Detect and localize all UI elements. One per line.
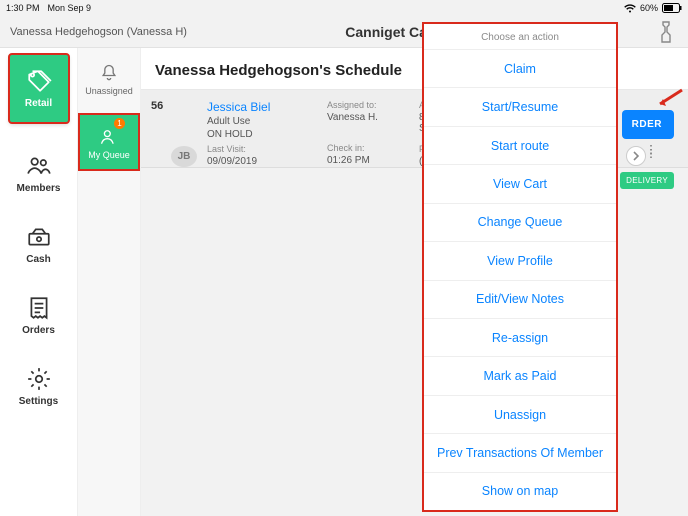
rail-label: My Queue [88, 150, 130, 160]
gear-icon [26, 366, 52, 392]
action-sheet-header: Choose an action [424, 24, 616, 50]
action-edit-notes[interactable]: Edit/View Notes [424, 281, 616, 319]
receipt-icon [26, 295, 52, 321]
action-sheet: Choose an action Claim Start/Resume Star… [422, 22, 618, 512]
sidebar-label: Members [17, 183, 61, 194]
sidebar-item-members[interactable]: Members [9, 153, 69, 194]
action-reassign[interactable]: Re-assign [424, 319, 616, 357]
member-type: Adult Use [207, 116, 313, 127]
action-unassign[interactable]: Unassign [424, 396, 616, 434]
sidebar-label: Cash [26, 254, 50, 265]
action-claim[interactable]: Claim [424, 50, 616, 88]
sidebar-label: Orders [22, 325, 55, 336]
row-action-circle[interactable] [626, 146, 646, 166]
action-show-on-map[interactable]: Show on map [424, 473, 616, 510]
last-visit-value: 09/09/2019 [207, 156, 313, 167]
rail-my-queue[interactable]: 1 My Queue [79, 114, 139, 170]
sidebar-label: Settings [19, 396, 58, 407]
sidebar-label: Retail [25, 98, 52, 109]
avatar: JB [171, 146, 197, 167]
status-date: Mon Sep 9 [48, 3, 92, 13]
status-bar: 1:30 PM Mon Sep 9 60% [0, 0, 688, 16]
checkin-label: Check in: [327, 143, 405, 153]
bell-icon [98, 62, 120, 84]
action-start-route[interactable]: Start route [424, 127, 616, 165]
rail-label: Unassigned [85, 86, 133, 96]
queue-rail: Unassigned 1 My Queue [77, 48, 141, 516]
member-name[interactable]: Jessica Biel [207, 100, 313, 114]
scanner-icon[interactable] [654, 20, 678, 44]
action-mark-paid[interactable]: Mark as Paid [424, 357, 616, 395]
action-start-resume[interactable]: Start/Resume [424, 88, 616, 126]
sidebar-item-orders[interactable]: Orders [9, 295, 69, 336]
delivery-tag: DELIVERY [620, 172, 674, 189]
action-view-cart[interactable]: View Cart [424, 165, 616, 203]
sidebar-item-retail[interactable]: Retail [9, 54, 69, 123]
last-visit-label: Last Visit: [207, 144, 313, 154]
assigned-label: Assigned to: [327, 100, 405, 110]
status-time: 1:30 PM [6, 3, 40, 13]
cash-icon [26, 224, 52, 250]
assigned-value: Vanessa H. [327, 112, 405, 123]
row-status: ON HOLD [207, 129, 313, 140]
rail-unassigned[interactable]: Unassigned [79, 56, 139, 102]
battery-pct: 60% [640, 3, 658, 13]
annotation-arrow [654, 88, 684, 115]
action-prev-transactions[interactable]: Prev Transactions Of Member [424, 434, 616, 472]
wifi-icon [624, 4, 636, 13]
kebab-icon[interactable]: ⋮⋮ [644, 148, 658, 156]
members-icon [26, 153, 52, 179]
tag-icon [26, 68, 52, 94]
queue-badge: 1 [114, 118, 125, 129]
action-view-profile[interactable]: View Profile [424, 242, 616, 280]
main-sidebar: Retail Members Cash Orders Settings [0, 48, 77, 516]
person-icon [98, 126, 120, 148]
header-user: Vanessa Hedgehogson (Vanessa H) [10, 26, 210, 38]
action-change-queue[interactable]: Change Queue [424, 204, 616, 242]
sidebar-item-settings[interactable]: Settings [9, 366, 69, 407]
checkin-value: 01:26 PM [327, 155, 405, 166]
sidebar-item-cash[interactable]: Cash [9, 224, 69, 265]
row-number: 56 [141, 90, 171, 167]
battery-icon [662, 3, 682, 13]
